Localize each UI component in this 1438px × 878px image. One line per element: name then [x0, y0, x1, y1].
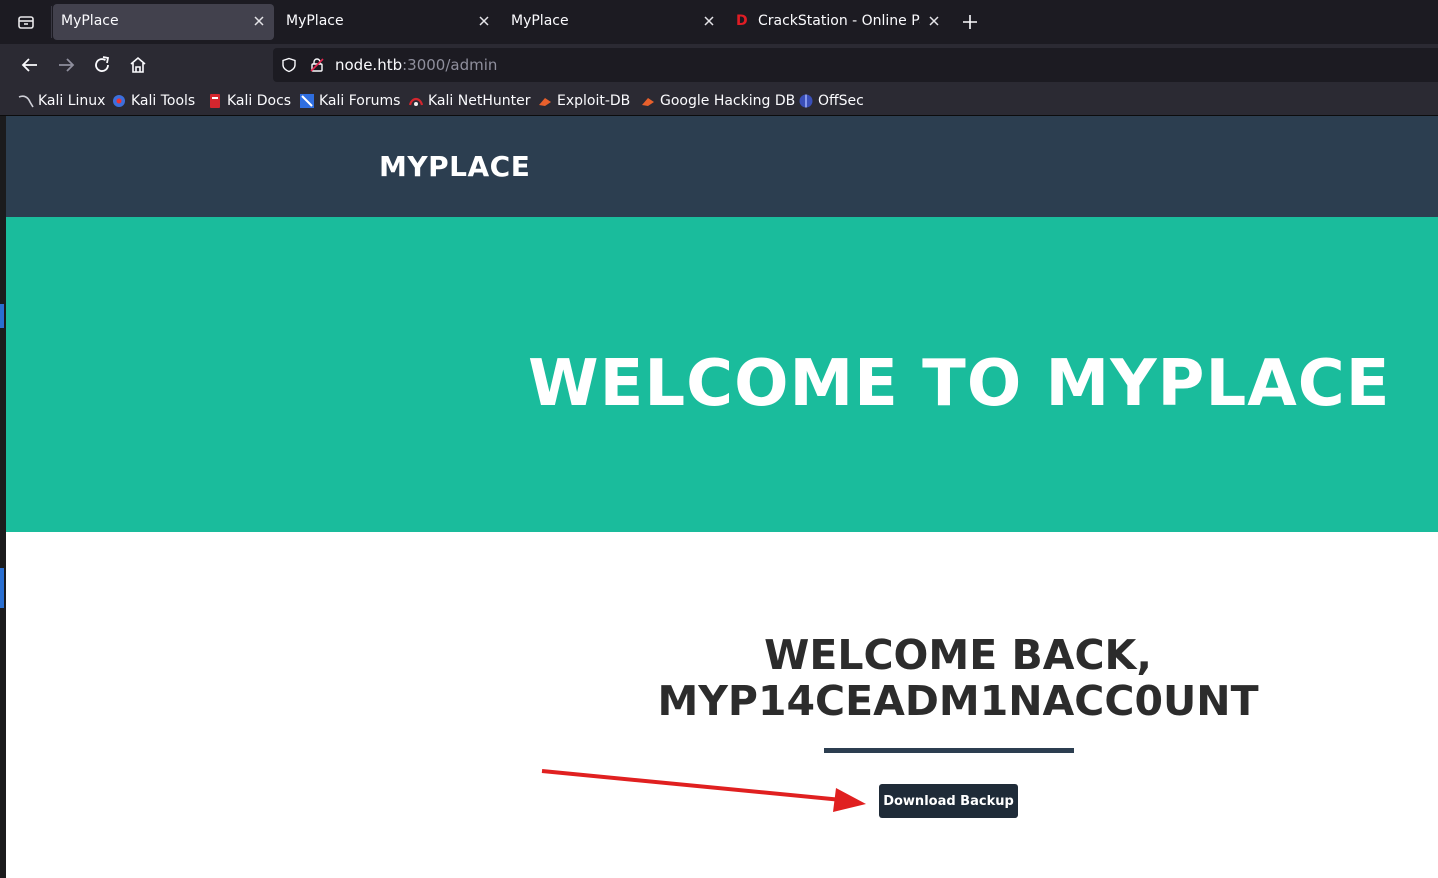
browser-nav-bar: node.htb:3000/admin [0, 44, 1438, 86]
close-tab-icon[interactable] [477, 14, 491, 28]
strip-marker [0, 304, 4, 328]
url-text[interactable]: node.htb:3000/admin [335, 56, 497, 74]
bookmark-label: Kali Forums [319, 93, 401, 109]
kali-forums-icon [299, 93, 315, 109]
reload-icon[interactable] [90, 53, 114, 77]
tab-title: CrackStation - Online Pas [758, 13, 920, 29]
bookmark-kali-tools[interactable]: Kali Tools [111, 92, 195, 110]
tab-title: MyPlace [61, 13, 119, 29]
download-backup-button[interactable]: Download Backup [879, 784, 1018, 818]
page-viewport: MYPLACE WELCOME TO MYPLACE WELCOME BACK,… [6, 116, 1438, 878]
bookmark-label: OffSec [818, 93, 864, 109]
bookmarks-toolbar: Kali Linux Kali Tools Kali Docs Kali For… [0, 86, 1438, 116]
welcome-heading: WELCOME BACK, MYP14CEADM1NACC0UNT [606, 632, 1310, 724]
close-tab-icon[interactable] [702, 14, 716, 28]
bookmark-label: Google Hacking DB [660, 93, 796, 109]
tab-separator [51, 6, 52, 38]
bookmark-label: Kali Tools [131, 93, 196, 109]
bookmark-label: Kali NetHunter [428, 93, 531, 109]
home-icon[interactable] [126, 53, 150, 77]
strip-marker [0, 568, 4, 608]
browser-tab[interactable]: D CrackStation - Online Pas [728, 4, 949, 40]
exploit-db-icon [537, 93, 553, 109]
bookmark-kali-linux[interactable]: Kali Linux [18, 92, 105, 110]
bookmark-kali-nethunter[interactable]: Kali NetHunter [408, 92, 530, 110]
bookmark-kali-docs[interactable]: Kali Docs [207, 92, 291, 110]
bookmark-google-hacking-db[interactable]: Google Hacking DB [640, 92, 795, 110]
url-path: :3000/admin [402, 56, 498, 74]
red-annotation-arrow-icon [541, 769, 866, 812]
browser-tab-bar: MyPlace MyPlace MyPlace D CrackStation -… [0, 0, 1438, 44]
hero-banner: WELCOME TO MYPLACE [6, 217, 1438, 532]
welcome-line: WELCOME BACK, [764, 631, 1152, 679]
ghdb-icon [640, 93, 656, 109]
browser-tab[interactable]: MyPlace [503, 4, 724, 40]
bookmark-label: Kali Docs [227, 93, 292, 109]
bookmark-label: Kali Linux [38, 93, 106, 109]
close-tab-icon[interactable] [927, 14, 941, 28]
forward-arrow-icon[interactable] [54, 53, 78, 77]
new-tab-plus-icon[interactable] [958, 10, 982, 34]
back-arrow-icon[interactable] [18, 53, 42, 77]
offsec-icon [798, 93, 814, 109]
url-host: node.htb [335, 56, 403, 74]
bookmark-label: Exploit-DB [557, 93, 631, 109]
section-divider [824, 748, 1074, 753]
site-navbar: MYPLACE [6, 116, 1438, 217]
bookmark-offsec[interactable]: OffSec [798, 92, 864, 110]
tab-title: MyPlace [286, 13, 344, 29]
browser-tab[interactable]: MyPlace [278, 4, 499, 40]
hero-title: WELCOME TO MYPLACE [528, 347, 1391, 421]
bookmark-exploit-db[interactable]: Exploit-DB [537, 92, 630, 110]
browser-tab[interactable]: MyPlace [53, 4, 274, 40]
tab-list-icon[interactable] [6, 4, 46, 40]
address-bar[interactable]: node.htb:3000/admin [273, 48, 1438, 82]
kali-tools-icon [111, 93, 127, 109]
admin-username: MYP14CEADM1NACC0UNT [657, 677, 1259, 725]
tracking-shield-icon[interactable] [281, 57, 297, 73]
crackstation-favicon-icon: D [736, 13, 748, 29]
kali-docs-icon [207, 93, 223, 109]
insecure-lock-icon[interactable] [309, 57, 325, 73]
site-brand-link[interactable]: MYPLACE [379, 150, 530, 183]
close-tab-icon[interactable] [252, 14, 266, 28]
kali-dragon-icon [18, 93, 34, 109]
bookmark-kali-forums[interactable]: Kali Forums [299, 92, 400, 110]
tab-title: MyPlace [511, 13, 569, 29]
kali-nethunter-icon [408, 93, 424, 109]
